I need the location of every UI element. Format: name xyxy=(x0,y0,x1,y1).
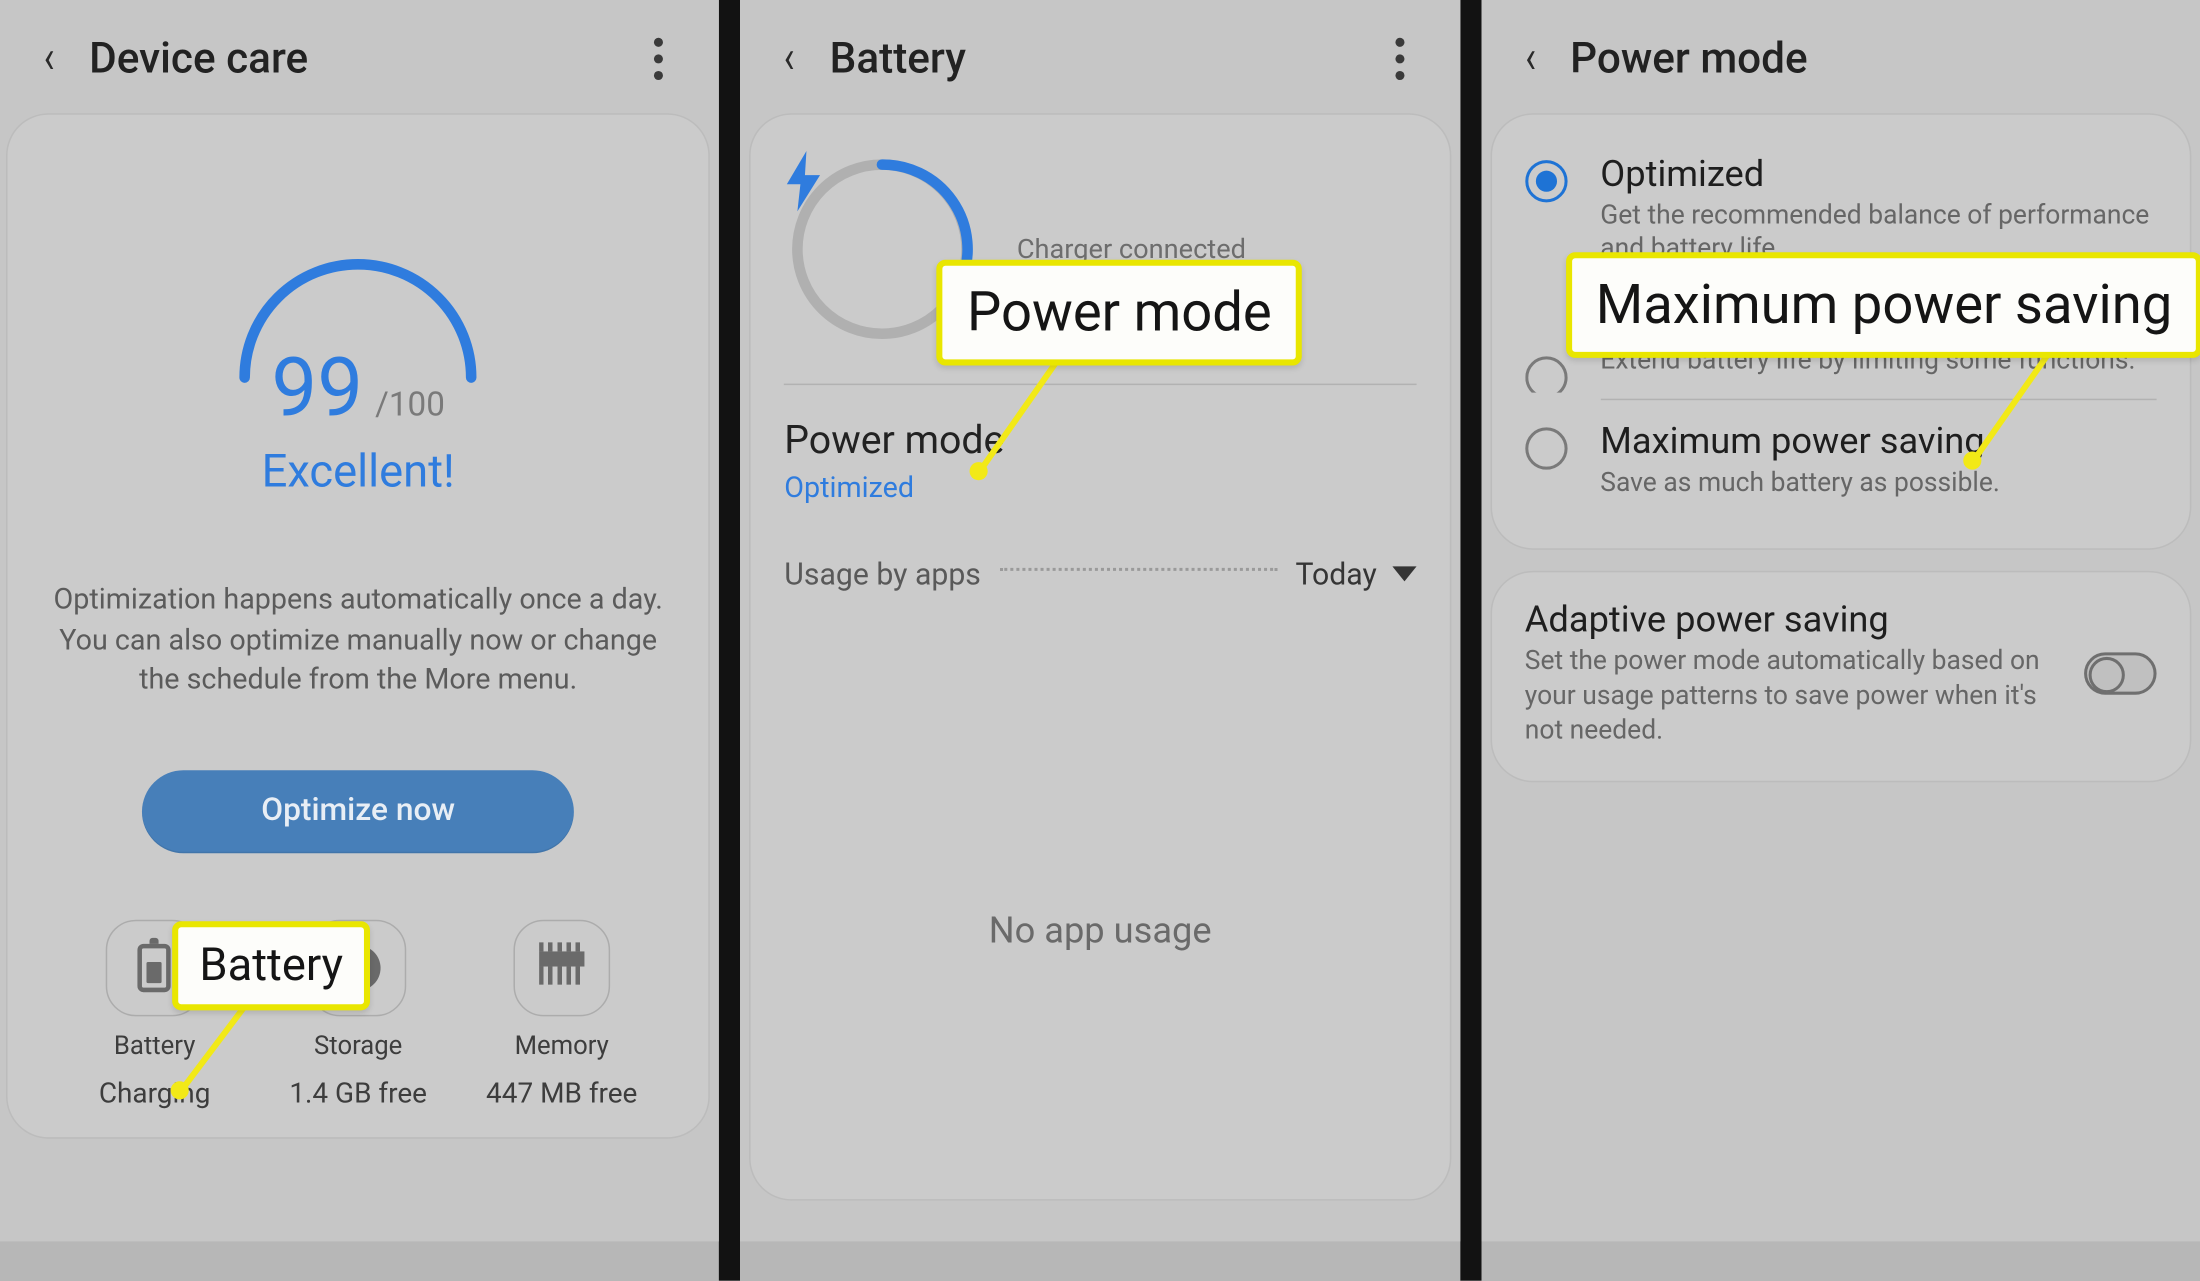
page-title: Device care xyxy=(89,33,308,83)
back-icon[interactable]: ‹ xyxy=(44,35,55,80)
callout-leader-dot xyxy=(171,1081,189,1099)
memory-tile[interactable]: Memory 447 MB free xyxy=(460,919,664,1109)
optimize-now-button[interactable]: Optimize now xyxy=(142,770,574,853)
more-menu-icon[interactable] xyxy=(1384,37,1429,79)
storage-tile-sub: 1.4 GB free xyxy=(289,1076,427,1109)
back-icon[interactable]: ‹ xyxy=(1525,35,1536,80)
usage-period-label: Today xyxy=(1295,556,1376,592)
option-maximum-power-saving[interactable]: Maximum power saving Save as much batter… xyxy=(1525,406,2157,524)
power-mode-row[interactable]: Power mode Optimized xyxy=(784,418,1416,504)
battery-icon xyxy=(138,944,171,992)
adaptive-toggle[interactable] xyxy=(2084,653,2156,695)
option-desc: Save as much battery as possible. xyxy=(1600,466,2000,500)
optimization-description: Optimization happens automatically once … xyxy=(44,580,673,700)
memory-icon xyxy=(539,951,584,984)
memory-tile-sub: 447 MB free xyxy=(486,1076,637,1109)
chevron-down-icon xyxy=(1392,566,1416,581)
callout-leader-dot xyxy=(1963,452,1981,470)
screen-divider xyxy=(719,0,740,1281)
adaptive-power-saving-card[interactable]: Adaptive power saving Set the power mode… xyxy=(1490,572,2191,783)
radio-icon xyxy=(1525,160,1567,202)
screen-divider xyxy=(1460,0,1481,1281)
power-mode-value: Optimized xyxy=(784,470,1416,505)
more-menu-icon[interactable] xyxy=(644,37,689,79)
radio-icon xyxy=(1525,357,1567,393)
radio-icon xyxy=(1525,428,1567,470)
screen-power-mode: ‹ Power mode Optimized Get the recommend… xyxy=(1481,0,2200,1241)
divider xyxy=(1600,399,2156,401)
header: ‹ Device care xyxy=(0,0,719,98)
usage-by-apps-label: Usage by apps xyxy=(784,556,981,592)
dotted-divider xyxy=(999,568,1277,571)
memory-tile-label: Memory xyxy=(515,1031,609,1061)
page-title: Battery xyxy=(830,33,966,83)
battery-tile-sub: Charging xyxy=(99,1076,211,1109)
score-rating: Excellent! xyxy=(262,446,455,499)
page-title: Power mode xyxy=(1570,33,1808,83)
power-mode-label: Power mode xyxy=(784,418,1416,463)
callout-power-mode: Power mode xyxy=(937,260,1302,366)
score-gauge xyxy=(215,211,502,377)
option-title: Maximum power saving xyxy=(1600,421,2000,463)
usage-period-dropdown[interactable]: Today xyxy=(1295,556,1416,592)
storage-tile-label: Storage xyxy=(314,1031,402,1061)
no-app-usage: No app usage xyxy=(784,909,1416,951)
screen-device-care: ‹ Device care 99 /100 Excellent! Optimiz… xyxy=(0,0,719,1241)
adaptive-desc: Set the power mode automatically based o… xyxy=(1525,645,2057,748)
divider xyxy=(784,384,1416,386)
adaptive-title: Adaptive power saving xyxy=(1525,600,2057,642)
battery-tile-label: Battery xyxy=(114,1031,195,1061)
back-icon[interactable]: ‹ xyxy=(784,35,795,80)
option-title: Optimized xyxy=(1600,154,2156,196)
screen-battery: ‹ Battery Charger connected Power mode O… xyxy=(740,0,1459,1241)
callout-battery: Battery xyxy=(172,921,370,1010)
callout-max-power-saving: Maximum power saving xyxy=(1566,252,2200,358)
